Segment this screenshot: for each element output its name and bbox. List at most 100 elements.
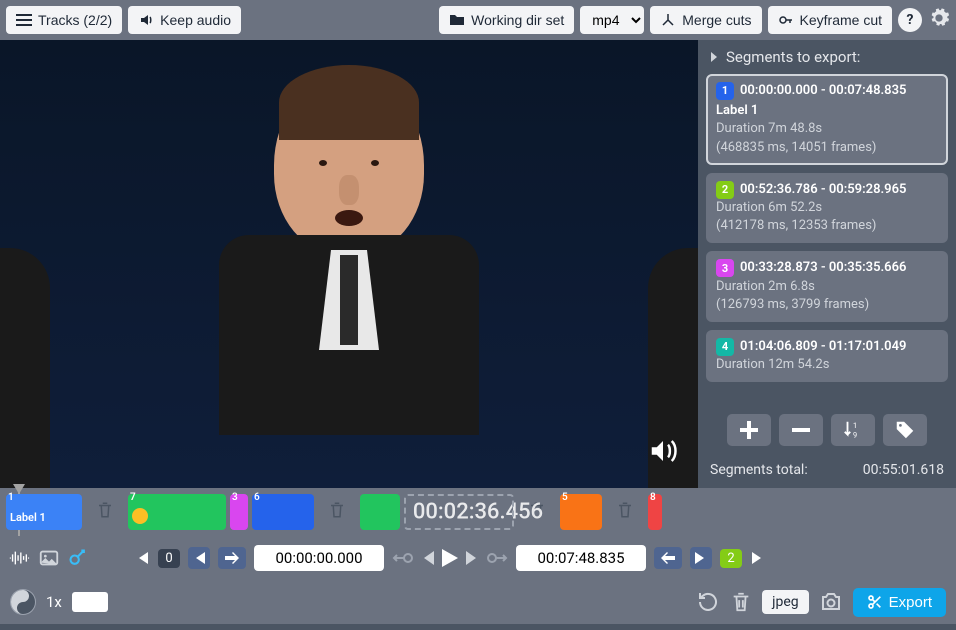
bottom-bar: 1x jpeg Export bbox=[0, 580, 956, 624]
face-icon bbox=[132, 508, 148, 524]
delete-source-button[interactable] bbox=[730, 591, 752, 613]
segment-badge: 2 bbox=[716, 181, 734, 199]
timeline-seg-num: 7 bbox=[130, 492, 136, 503]
segments-list: 100:00:00.000 - 00:07:48.835Label 1Durat… bbox=[698, 74, 956, 408]
timeline-segment[interactable]: 3 bbox=[230, 494, 248, 530]
sort-segments-button[interactable]: 19 bbox=[831, 414, 875, 446]
waveform-toggle[interactable] bbox=[8, 547, 30, 569]
segment-frames: (468835 ms, 14051 frames) bbox=[716, 139, 938, 157]
tracks-label: Tracks (2/2) bbox=[38, 12, 112, 28]
seek-back-key-button[interactable] bbox=[392, 550, 414, 566]
keep-audio-label: Keep audio bbox=[160, 12, 231, 28]
play-button[interactable] bbox=[442, 549, 458, 567]
segment-range: 00:52:36.786 - 00:59:28.965 bbox=[740, 181, 906, 199]
timeline-seg-num: 5 bbox=[562, 492, 568, 503]
skip-start-icon bbox=[134, 550, 150, 566]
tracks-button[interactable]: Tracks (2/2) bbox=[6, 6, 122, 34]
seek-forward-key-button[interactable] bbox=[486, 550, 508, 566]
timeline[interactable]: 00:02:36.456 1Label 173658 bbox=[0, 488, 956, 536]
hand-right-icon bbox=[223, 550, 241, 566]
next-keyframe-button[interactable] bbox=[690, 547, 712, 569]
keyframe-cut-button[interactable]: Keyframe cut bbox=[768, 6, 892, 34]
timeline-gap-delete[interactable] bbox=[328, 501, 346, 523]
skip-back-icon bbox=[191, 550, 207, 566]
jump-start-button[interactable] bbox=[134, 550, 150, 566]
camera-icon bbox=[819, 590, 843, 614]
trash-icon bbox=[616, 501, 634, 519]
timeline-seg-num: 8 bbox=[650, 492, 656, 503]
volume-icon bbox=[138, 12, 154, 28]
prev-segment-num[interactable]: 0 bbox=[158, 549, 180, 568]
keyframes-toggle[interactable] bbox=[68, 548, 88, 568]
mute-toggle[interactable] bbox=[648, 436, 678, 470]
timeline-gap-delete[interactable] bbox=[616, 501, 634, 523]
segments-header[interactable]: Segments to export: bbox=[698, 40, 956, 74]
segment-badge: 1 bbox=[716, 82, 734, 100]
export-button[interactable]: Export bbox=[853, 588, 946, 617]
segment-item[interactable]: 200:52:36.786 - 00:59:28.965Duration 6m … bbox=[706, 173, 948, 244]
segment-item[interactable]: 300:33:28.873 - 00:35:35.666Duration 2m … bbox=[706, 251, 948, 322]
timeline-seg-label: Label 1 bbox=[10, 511, 46, 524]
plus-icon bbox=[737, 418, 761, 442]
step-back-button[interactable] bbox=[422, 551, 434, 565]
segment-duration: Duration 12m 54.2s bbox=[716, 356, 938, 374]
working-dir-button[interactable]: Working dir set bbox=[439, 6, 574, 34]
timeline-seg-num: 1 bbox=[8, 492, 14, 503]
timeline-gap-delete[interactable] bbox=[96, 501, 114, 523]
add-segment-button[interactable] bbox=[727, 414, 771, 446]
timeline-segment[interactable]: 7 bbox=[128, 494, 226, 530]
thumbnails-toggle[interactable] bbox=[38, 547, 60, 569]
timeline-gap-delete[interactable] bbox=[528, 501, 546, 523]
toggle-mode-button[interactable] bbox=[10, 589, 36, 615]
tag-segments-button[interactable] bbox=[883, 414, 927, 446]
set-cut-end-button[interactable] bbox=[654, 547, 682, 569]
scissors-icon bbox=[867, 594, 883, 610]
video-preview[interactable] bbox=[0, 40, 698, 488]
segment-frames: (412178 ms, 12353 frames) bbox=[716, 217, 938, 235]
timeline-segment[interactable] bbox=[360, 494, 400, 530]
waveform-icon bbox=[8, 547, 30, 569]
skip-forward-icon bbox=[693, 550, 709, 566]
trash-icon bbox=[528, 501, 546, 519]
keep-audio-button[interactable]: Keep audio bbox=[128, 6, 241, 34]
segment-item[interactable]: 401:04:06.809 - 01:17:01.049Duration 12m… bbox=[706, 330, 948, 382]
current-segment-num[interactable]: 2 bbox=[720, 549, 742, 568]
merge-cuts-button[interactable]: Merge cuts bbox=[650, 6, 761, 34]
cut-start-time[interactable]: 00:00:00.000 bbox=[254, 545, 384, 571]
key-left-icon bbox=[392, 550, 414, 566]
rotate-button[interactable] bbox=[696, 590, 720, 614]
timeline-segment[interactable]: 8 bbox=[648, 494, 662, 530]
skip-end-icon bbox=[750, 550, 766, 566]
segment-item[interactable]: 100:00:00.000 - 00:07:48.835Label 1Durat… bbox=[706, 74, 948, 165]
chevron-right-icon bbox=[708, 51, 720, 63]
segment-badge: 3 bbox=[716, 259, 734, 277]
settings-button[interactable] bbox=[928, 7, 950, 33]
jump-end-button[interactable] bbox=[750, 550, 766, 566]
timeline-segment[interactable]: 1 Label 1 bbox=[6, 494, 82, 530]
playback-speed-slider[interactable] bbox=[72, 592, 108, 612]
segments-total: Segments total: 00:55:01.618 bbox=[698, 452, 956, 488]
image-icon bbox=[38, 547, 60, 569]
step-forward-button[interactable] bbox=[466, 551, 478, 565]
cut-end-time[interactable]: 00:07:48.835 bbox=[516, 545, 646, 571]
segments-title: Segments to export: bbox=[726, 48, 860, 66]
output-format-select[interactable]: mp4 bbox=[580, 6, 644, 34]
rotate-icon bbox=[696, 590, 720, 614]
help-button[interactable]: ? bbox=[898, 8, 922, 32]
timeline-segment[interactable]: 5 bbox=[560, 494, 602, 530]
prev-keyframe-button[interactable] bbox=[188, 547, 210, 569]
sort-icon: 19 bbox=[842, 419, 864, 441]
set-cut-start-button[interactable] bbox=[218, 547, 246, 569]
playback-speed-label: 1x bbox=[46, 593, 62, 611]
segment-actions: 19 bbox=[698, 408, 956, 452]
play-icon bbox=[442, 549, 458, 567]
capture-format-button[interactable]: jpeg bbox=[762, 590, 809, 614]
segment-range: 00:00:00.000 - 00:07:48.835 bbox=[740, 82, 906, 100]
timeline-segment[interactable] bbox=[404, 494, 514, 530]
capture-frame-button[interactable] bbox=[819, 590, 843, 614]
video-frame bbox=[0, 40, 698, 488]
trash-icon bbox=[730, 591, 752, 613]
remove-segment-button[interactable] bbox=[779, 414, 823, 446]
menu-icon bbox=[16, 12, 32, 28]
timeline-segment[interactable]: 6 bbox=[252, 494, 314, 530]
